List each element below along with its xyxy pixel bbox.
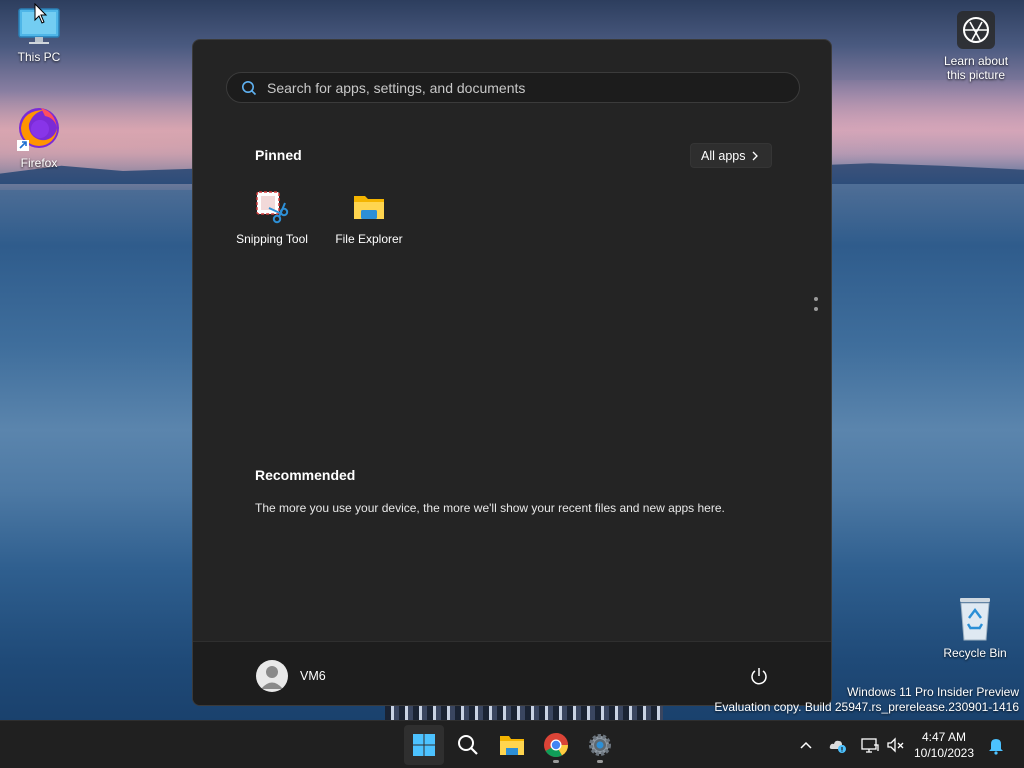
start-menu: Pinned All apps Snipping Tool File Explo… — [192, 39, 832, 706]
page-indicator-dots[interactable] — [814, 297, 820, 317]
chrome-icon — [544, 733, 568, 758]
settings-gear-icon — [589, 734, 611, 756]
taskbar-chrome-button[interactable] — [536, 725, 576, 765]
pinned-app-label: File Explorer — [335, 232, 403, 246]
spotlight-label: Learn about this picture — [943, 54, 1009, 82]
recycle-bin-icon — [960, 598, 990, 641]
desktop-icon-label: This PC — [17, 50, 61, 64]
spotlight-learn-about-picture[interactable]: Learn about this picture — [936, 10, 1016, 82]
running-indicator — [597, 760, 603, 763]
build-watermark: Windows 11 Pro Insider Preview Evaluatio… — [714, 685, 1019, 715]
mouse-cursor-icon — [34, 3, 48, 24]
clock-date: 10/10/2023 — [913, 746, 975, 760]
taskbar: 4:47 AM 10/10/2023 — [0, 720, 1024, 768]
pinned-app-file-explorer[interactable]: File Explorer — [321, 190, 417, 246]
folder-icon — [500, 736, 524, 755]
snipping-tool-icon — [256, 191, 289, 224]
user-avatar[interactable] — [256, 660, 288, 692]
chevron-right-icon — [753, 151, 759, 160]
recommended-empty-text: The more you use your device, the more w… — [255, 501, 725, 515]
desktop-icon-label: Recycle Bin — [943, 646, 1007, 660]
power-icon[interactable] — [749, 666, 769, 686]
camera-lens-icon — [957, 11, 995, 49]
taskbar-clock[interactable]: 4:47 AM 10/10/2023 — [912, 729, 976, 761]
taskbar-search-button[interactable] — [448, 725, 488, 765]
pinned-app-snipping-tool[interactable]: Snipping Tool — [224, 190, 320, 246]
watermark-line: Evaluation copy. Build 25947.rs_prerelea… — [714, 700, 1019, 714]
all-apps-button[interactable]: All apps — [690, 143, 773, 168]
desktop-icon-label: Firefox — [20, 156, 58, 170]
speaker-muted-icon[interactable] — [886, 735, 906, 755]
firefox-icon — [17, 108, 59, 151]
running-indicator — [553, 760, 559, 763]
clock-time: 4:47 AM — [921, 730, 967, 744]
network-icon[interactable] — [860, 735, 880, 755]
desktop-icon-firefox[interactable]: Firefox — [0, 104, 78, 170]
search-icon — [242, 80, 257, 95]
taskbar-settings-button[interactable] — [580, 725, 620, 765]
desktop-icon-recycle-bin[interactable]: Recycle Bin — [936, 596, 1014, 660]
search-icon — [458, 735, 478, 755]
page-dot — [814, 307, 818, 311]
onedrive-icon[interactable] — [828, 735, 848, 755]
user-name[interactable]: VM6 — [300, 669, 326, 683]
watermark-line: Windows 11 Pro Insider Preview — [847, 685, 1019, 699]
recommended-title: Recommended — [255, 467, 356, 483]
windows-logo-icon — [413, 734, 435, 756]
folder-icon — [354, 196, 384, 219]
taskbar-start-button[interactable] — [404, 725, 444, 765]
user-icon — [261, 666, 283, 689]
pinned-title: Pinned — [255, 147, 302, 163]
chevron-up-icon[interactable] — [796, 735, 816, 755]
start-search-box[interactable] — [226, 72, 800, 103]
page-dot — [814, 297, 818, 301]
notification-bell-icon[interactable] — [986, 735, 1006, 755]
pinned-app-label: Snipping Tool — [236, 232, 308, 246]
search-input[interactable] — [267, 79, 787, 96]
taskbar-file-explorer-button[interactable] — [492, 725, 532, 765]
all-apps-label: All apps — [701, 148, 746, 163]
